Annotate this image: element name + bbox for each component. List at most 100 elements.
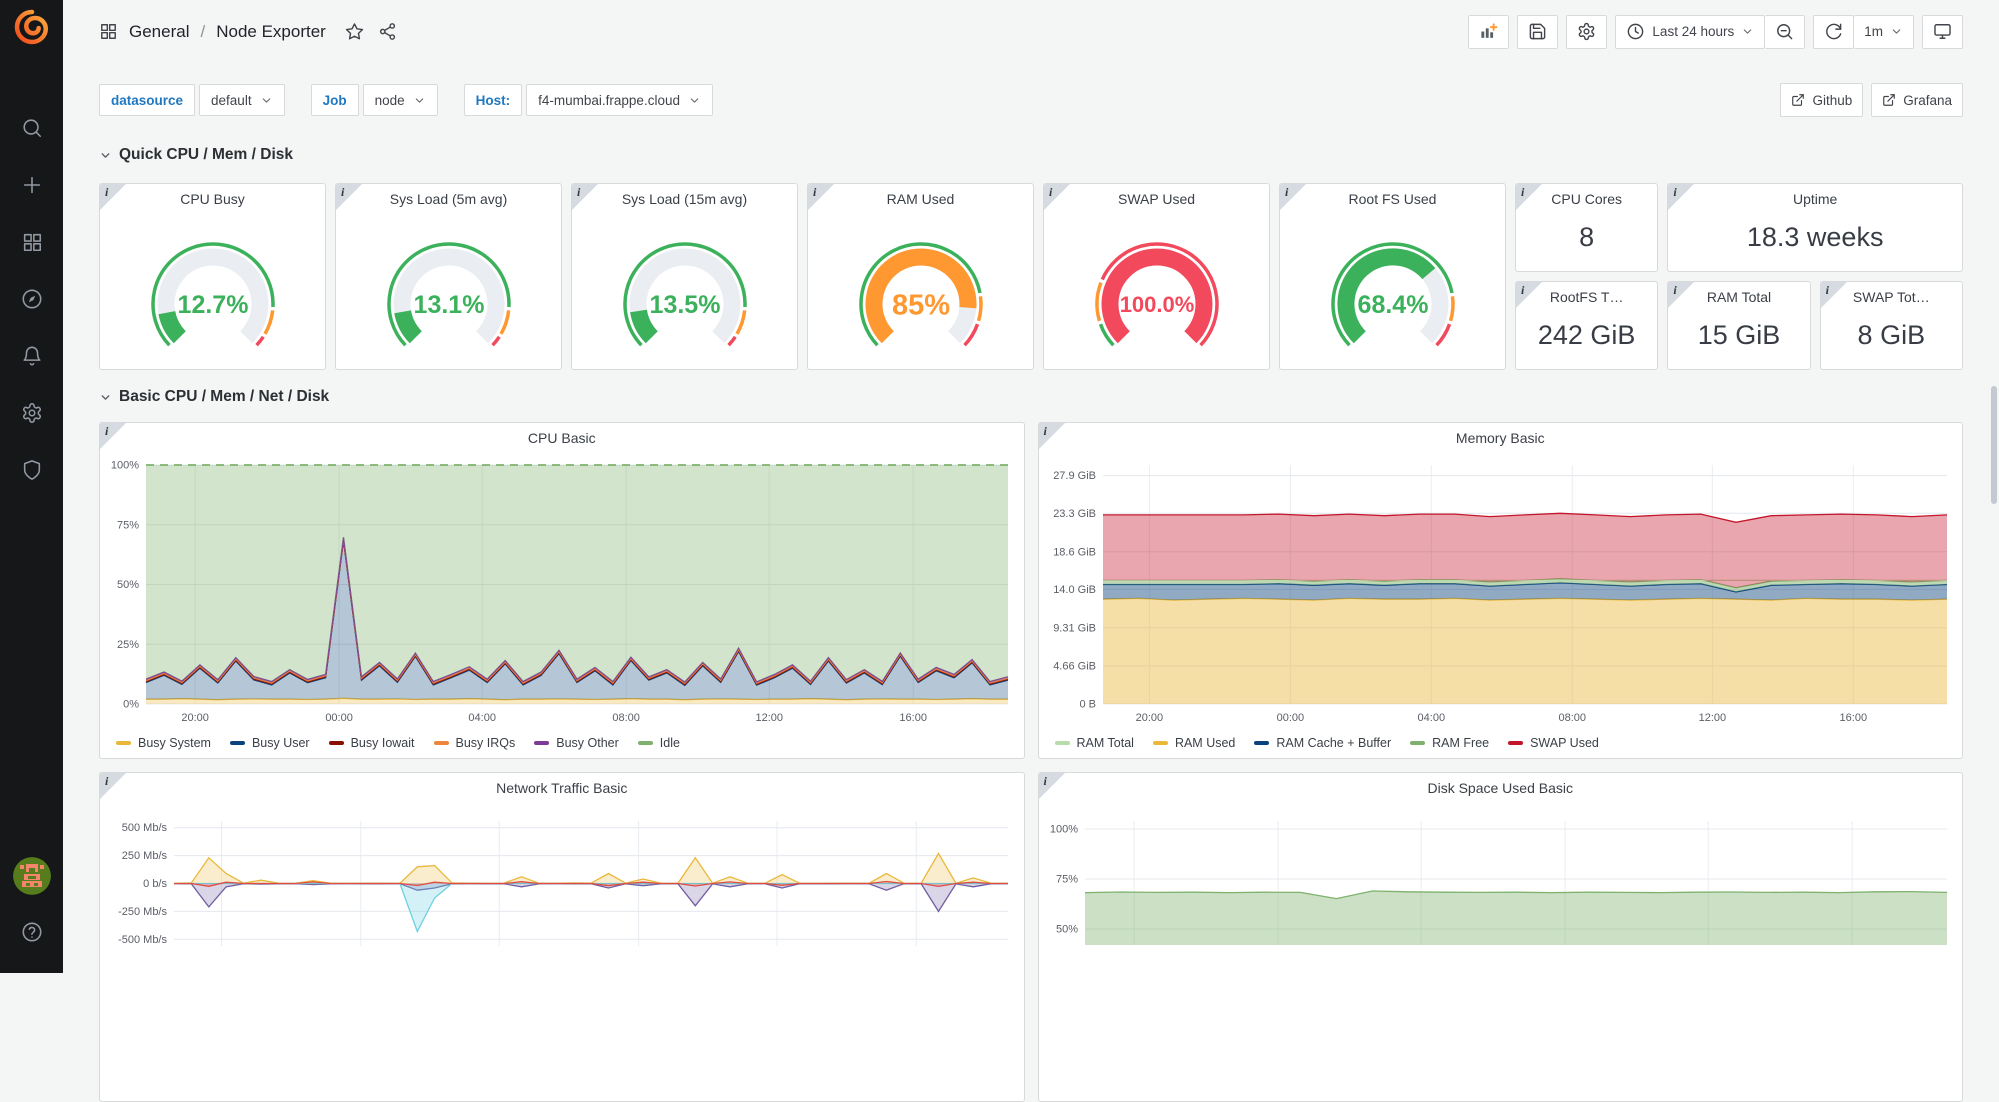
panel-info-icon[interactable]: i <box>100 184 126 210</box>
legend-item[interactable]: RAM Free <box>1410 736 1489 750</box>
panel-ram-total: i RAM Total 15 GiB <box>1667 281 1810 370</box>
panel-info-icon[interactable]: i <box>572 184 598 210</box>
panel-info-icon[interactable]: i <box>1821 282 1847 308</box>
variables-row: datasource default Job node Host: f4-mum… <box>99 84 1963 116</box>
svg-text:75%: 75% <box>1055 874 1077 886</box>
zoom-out-button[interactable] <box>1765 15 1805 49</box>
svg-text:00:00: 00:00 <box>325 712 353 724</box>
panel-title[interactable]: Uptime <box>1668 191 1962 212</box>
panel-title[interactable]: RAM Used <box>808 191 1033 212</box>
panel-title[interactable]: Sys Load (5m avg) <box>336 191 561 212</box>
save-dashboard-button[interactable] <box>1517 15 1558 49</box>
server-admin-shield-icon[interactable] <box>21 459 43 481</box>
panel-info-icon[interactable]: i <box>1668 282 1694 308</box>
chevron-down-icon <box>260 94 273 107</box>
panel-title[interactable]: Sys Load (15m avg) <box>572 191 797 212</box>
legend-item[interactable]: RAM Total <box>1055 736 1134 750</box>
panel-title[interactable]: CPU Busy <box>100 191 325 212</box>
legend-item[interactable]: RAM Used <box>1153 736 1235 750</box>
refresh-button[interactable] <box>1813 15 1854 49</box>
dashboard-settings-button[interactable] <box>1566 15 1607 49</box>
panel-info-icon[interactable]: i <box>1039 423 1065 449</box>
share-icon[interactable] <box>378 22 397 41</box>
legend-item[interactable]: Busy Other <box>534 736 619 750</box>
panel-title[interactable]: Memory Basic <box>1039 430 1963 451</box>
grafana-logo-icon[interactable] <box>12 7 52 47</box>
gauge-ram-used: 85% <box>808 212 1033 369</box>
panel-info-icon[interactable]: i <box>808 184 834 210</box>
panel-swap-total: i SWAP Tot… 8 GiB <box>1820 281 1963 370</box>
panel-info-icon[interactable]: i <box>1039 773 1065 799</box>
section-basic-cpu-mem-net-disk[interactable]: Basic CPU / Mem / Net / Disk <box>99 388 1963 406</box>
svg-text:0 b/s: 0 b/s <box>143 878 167 890</box>
alerting-bell-icon[interactable] <box>21 345 43 367</box>
panel-info-icon[interactable]: i <box>1668 184 1694 210</box>
save-icon <box>1528 22 1547 41</box>
add-panel-button[interactable] <box>1468 15 1509 49</box>
toolbar: Last 24 hours 1m <box>1468 15 1963 49</box>
svg-text:12:00: 12:00 <box>1698 712 1726 724</box>
legend-item[interactable]: Busy System <box>116 736 211 750</box>
section-quick-cpu-mem-disk[interactable]: Quick CPU / Mem / Disk <box>99 146 1963 164</box>
variable-value-datasource[interactable]: default <box>199 84 285 116</box>
svg-text:16:00: 16:00 <box>899 712 927 724</box>
plus-icon[interactable] <box>21 174 43 196</box>
github-link-button[interactable]: Github <box>1780 83 1863 117</box>
svg-text:50%: 50% <box>117 579 139 591</box>
svg-text:68.4%: 68.4% <box>1357 291 1428 319</box>
legend-item[interactable]: SWAP Used <box>1508 736 1599 750</box>
grafana-link-button[interactable]: Grafana <box>1871 83 1963 117</box>
panel-info-icon[interactable]: i <box>1280 184 1306 210</box>
gauge-row: i CPU Busy 12.7% i Sys Load (5m avg) 13.… <box>99 183 1963 370</box>
panel-title[interactable]: Root FS Used <box>1280 191 1505 212</box>
variable-label-datasource: datasource <box>99 84 195 116</box>
variable-value-host[interactable]: f4-mumbai.frappe.cloud <box>526 84 713 116</box>
top-navbar: General / Node Exporter <box>99 0 1963 63</box>
panel-title[interactable]: SWAP Used <box>1044 191 1269 212</box>
breadcrumb-section[interactable]: General <box>129 22 189 42</box>
dashboards-grid-icon[interactable] <box>21 231 43 253</box>
svg-text:04:00: 04:00 <box>468 712 496 724</box>
svg-text:12.7%: 12.7% <box>177 291 248 319</box>
explore-compass-icon[interactable] <box>21 288 43 310</box>
user-avatar[interactable] <box>13 857 51 895</box>
kiosk-mode-button[interactable] <box>1922 15 1963 49</box>
star-icon[interactable] <box>345 22 364 41</box>
svg-text:50%: 50% <box>1055 924 1077 936</box>
refresh-interval-picker[interactable]: 1m <box>1854 15 1914 49</box>
configuration-gear-icon[interactable] <box>21 402 43 424</box>
help-icon[interactable] <box>21 921 43 943</box>
panel-info-icon[interactable]: i <box>1516 184 1542 210</box>
svg-text:100%: 100% <box>111 460 139 472</box>
refresh-interval-label: 1m <box>1864 24 1883 39</box>
link-label: Grafana <box>1903 93 1952 108</box>
legend-item[interactable]: Idle <box>638 736 680 750</box>
panel-info-icon[interactable]: i <box>336 184 362 210</box>
legend-item[interactable]: Busy IRQs <box>434 736 516 750</box>
cpu-basic-legend: Busy System Busy User Busy Iowait Busy IRQs… <box>100 728 1024 758</box>
panel-title[interactable]: Network Traffic Basic <box>100 780 1024 801</box>
panel-info-icon[interactable]: i <box>100 773 126 799</box>
disk-space-chart: 100%75%50% <box>1039 801 1963 1101</box>
panel-info-icon[interactable]: i <box>100 423 126 449</box>
panel-uptime: i Uptime 18.3 weeks <box>1667 183 1963 272</box>
panel-info-icon[interactable]: i <box>1044 184 1070 210</box>
variable-value-job[interactable]: node <box>363 84 438 116</box>
time-range-picker[interactable]: Last 24 hours <box>1615 15 1765 49</box>
stat-value: 242 GiB <box>1516 310 1657 369</box>
panel-info-icon[interactable]: i <box>1516 282 1542 308</box>
time-range-label: Last 24 hours <box>1652 24 1734 39</box>
panel-title[interactable]: Disk Space Used Basic <box>1039 780 1963 801</box>
legend-item[interactable]: Busy Iowait <box>329 736 415 750</box>
dashboard-title[interactable]: Node Exporter <box>216 22 326 42</box>
variable-value-text: f4-mumbai.frappe.cloud <box>538 93 680 108</box>
section-title: Basic CPU / Mem / Net / Disk <box>119 388 329 406</box>
external-link-icon <box>1882 93 1896 107</box>
legend-item[interactable]: Busy User <box>230 736 310 750</box>
scrollbar-thumb[interactable] <box>1991 386 1997 504</box>
svg-text:-250 Mb/s: -250 Mb/s <box>118 906 167 918</box>
panel-title[interactable]: CPU Basic <box>100 430 1024 451</box>
search-icon[interactable] <box>21 117 43 139</box>
legend-item[interactable]: RAM Cache + Buffer <box>1254 736 1391 750</box>
chevron-down-icon <box>99 391 112 404</box>
